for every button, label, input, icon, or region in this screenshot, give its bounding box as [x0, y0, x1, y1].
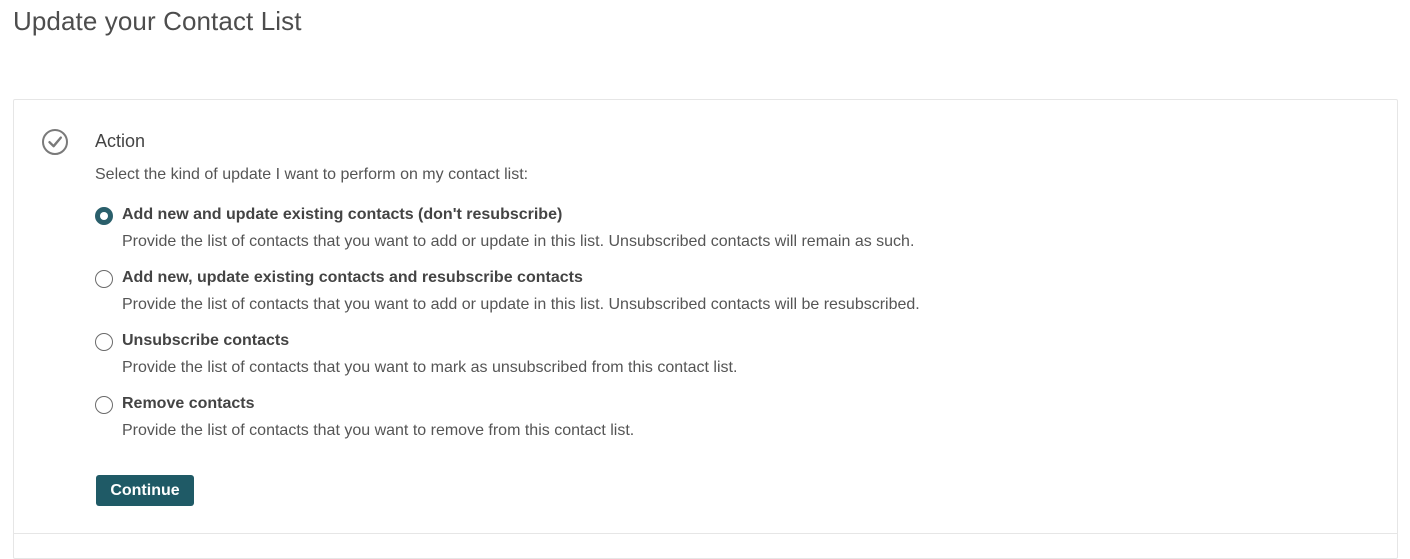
option-label[interactable]: Add new, update existing contacts and re… — [122, 269, 583, 287]
action-panel: Action Select the kind of update I want … — [13, 99, 1398, 559]
radio-add-update-resubscribe[interactable] — [95, 270, 113, 288]
radio-remove[interactable] — [95, 396, 113, 414]
option-description: Provide the list of contacts that you wa… — [122, 359, 738, 376]
option-label[interactable]: Unsubscribe contacts — [122, 332, 289, 350]
option-add-update-resubscribe[interactable]: Add new, update existing contacts and re… — [95, 264, 1095, 316]
check-circle-icon — [42, 129, 68, 155]
option-label[interactable]: Add new and update existing contacts (do… — [122, 206, 562, 224]
section-title: Action — [95, 131, 146, 151]
option-remove[interactable]: Remove contacts Provide the list of cont… — [95, 390, 1095, 442]
option-description: Provide the list of contacts that you wa… — [122, 233, 915, 250]
option-unsubscribe[interactable]: Unsubscribe contacts Provide the list of… — [95, 327, 1095, 379]
continue-button[interactable]: Continue — [96, 475, 194, 506]
option-add-update[interactable]: Add new and update existing contacts (do… — [95, 201, 1095, 253]
page-title: Update your Contact List — [13, 6, 302, 36]
option-description: Provide the list of contacts that you wa… — [122, 422, 635, 439]
radio-unsubscribe[interactable] — [95, 333, 113, 351]
option-description: Provide the list of contacts that you wa… — [122, 296, 920, 313]
radio-add-update[interactable] — [95, 207, 113, 225]
option-label[interactable]: Remove contacts — [122, 395, 255, 413]
section-intro: Select the kind of update I want to perf… — [95, 166, 529, 183]
panel-divider — [14, 533, 1397, 534]
